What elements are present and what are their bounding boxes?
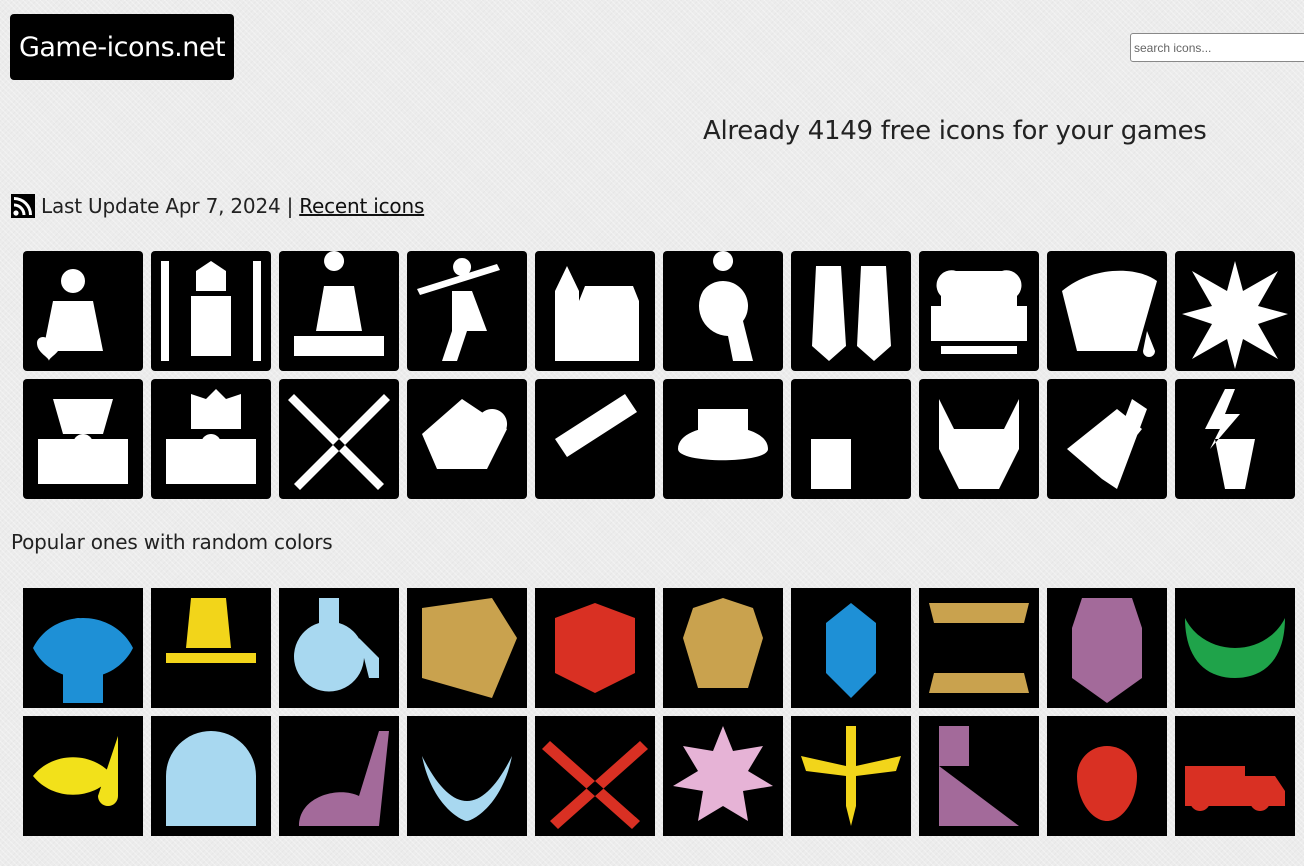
horned-helmet-tile[interactable] [919, 379, 1039, 499]
lightning-pedestal-tile[interactable] [1175, 379, 1295, 499]
boater-hat-tile[interactable] [663, 379, 783, 499]
dodo-bird-icon [698, 251, 753, 361]
eye-figure-icon [33, 618, 133, 703]
hand-holding-vial-icon [1067, 399, 1147, 489]
winged-sword-tile[interactable] [791, 716, 911, 836]
spiky-explosion-tile[interactable] [1175, 251, 1295, 371]
cyborg-face-icon [1072, 598, 1142, 703]
oil-can-tile[interactable] [791, 379, 911, 499]
bucket-wheel-excavator-tile[interactable] [407, 379, 527, 499]
skull-in-rock-icon [422, 598, 517, 698]
fangs-tile[interactable] [919, 588, 1039, 708]
crossed-sabers-icon [542, 741, 648, 829]
bindle-traveler-tile[interactable] [407, 251, 527, 371]
timber-house-icon [555, 266, 639, 361]
gem-sun-icon [673, 726, 773, 821]
merchant-table-icon [294, 251, 384, 356]
dinosaur-icon [299, 731, 389, 826]
armchair-tile[interactable] [919, 251, 1039, 371]
telescope-icon [555, 394, 637, 494]
viking-head-tile[interactable] [791, 588, 911, 708]
oil-can-icon [811, 394, 891, 489]
evil-face-icon [422, 756, 512, 821]
seated-lady-heart-tile[interactable] [23, 251, 143, 371]
crossed-crooks-tile[interactable] [279, 379, 399, 499]
seated-lady-heart-icon [37, 269, 103, 361]
boater-hat-icon [678, 409, 768, 461]
search-input[interactable] [1130, 33, 1304, 62]
lightning-pedestal-icon [1205, 389, 1255, 489]
gem-sun-tile[interactable] [663, 716, 783, 836]
leaking-sack-tile[interactable] [1047, 251, 1167, 371]
dodo-bird-tile[interactable] [663, 251, 783, 371]
cat-in-radioactive-box-icon [166, 389, 256, 484]
dinosaur-tile[interactable] [279, 716, 399, 836]
bindle-traveler-icon [417, 258, 500, 361]
dice-icon [555, 603, 635, 693]
evil-face-tile[interactable] [407, 716, 527, 836]
dump-truck-tile[interactable] [1175, 716, 1295, 836]
feathers-tile[interactable] [791, 251, 911, 371]
potion-flask-tile[interactable] [279, 588, 399, 708]
radioactive-box-creature-icon [38, 399, 128, 484]
spiky-explosion-icon [1182, 261, 1288, 369]
fish-hook-icon [33, 736, 118, 806]
tagline: Already 4149 free icons for your games [703, 116, 1207, 146]
radioactive-box-creature-tile[interactable] [23, 379, 143, 499]
telescope-tile[interactable] [535, 379, 655, 499]
last-update: Last Update Apr 7, 2024 | Recent icons [11, 193, 424, 219]
horned-helmet-icon [939, 399, 1019, 489]
dump-truck-icon [1185, 766, 1285, 811]
skull-in-rock-tile[interactable] [407, 588, 527, 708]
slime-face-tile[interactable] [1175, 588, 1295, 708]
astronaut-helmet-tile[interactable] [151, 716, 271, 836]
alien-face-tile[interactable] [663, 588, 783, 708]
hand-holding-vial-tile[interactable] [1047, 379, 1167, 499]
timber-house-tile[interactable] [535, 251, 655, 371]
recent-icons-grid [23, 251, 1295, 499]
cyborg-face-tile[interactable] [1047, 588, 1167, 708]
bucket-wheel-excavator-icon [422, 399, 508, 469]
boot-lightning-tile[interactable] [151, 588, 271, 708]
cat-in-radioactive-box-tile[interactable] [151, 379, 271, 499]
window-wall-tile[interactable] [919, 716, 1039, 836]
site-logo-link[interactable]: Game-icons.net [10, 14, 234, 80]
crossed-sabers-tile[interactable] [535, 716, 655, 836]
recent-icons-link[interactable]: Recent icons [299, 194, 424, 218]
fish-hook-tile[interactable] [23, 716, 143, 836]
jester-throne-icon [161, 261, 261, 361]
jester-throne-tile[interactable] [151, 251, 271, 371]
astronaut-helmet-icon [166, 731, 256, 826]
hatching-chick-tile[interactable] [1047, 716, 1167, 836]
feathers-icon [812, 266, 891, 361]
last-update-text: Last Update Apr 7, 2024 | [41, 194, 294, 218]
hatching-chick-icon [1077, 746, 1137, 821]
viking-head-icon [821, 598, 881, 698]
popular-icons-grid [23, 588, 1295, 836]
popular-section-title: Popular ones with random colors [11, 530, 333, 554]
dice-tile[interactable] [535, 588, 655, 708]
fangs-icon [929, 603, 1029, 693]
potion-flask-icon [294, 598, 379, 692]
merchant-table-tile[interactable] [279, 251, 399, 371]
rss-icon[interactable] [11, 194, 35, 218]
eye-figure-tile[interactable] [23, 588, 143, 708]
winged-sword-icon [801, 726, 901, 826]
slime-face-icon [1185, 618, 1285, 678]
armchair-icon [931, 270, 1027, 354]
crossed-crooks-icon [288, 394, 390, 490]
alien-face-icon [683, 598, 763, 688]
leaking-sack-icon [1062, 270, 1157, 357]
boot-lightning-icon [166, 598, 256, 698]
window-wall-icon [939, 726, 1019, 826]
